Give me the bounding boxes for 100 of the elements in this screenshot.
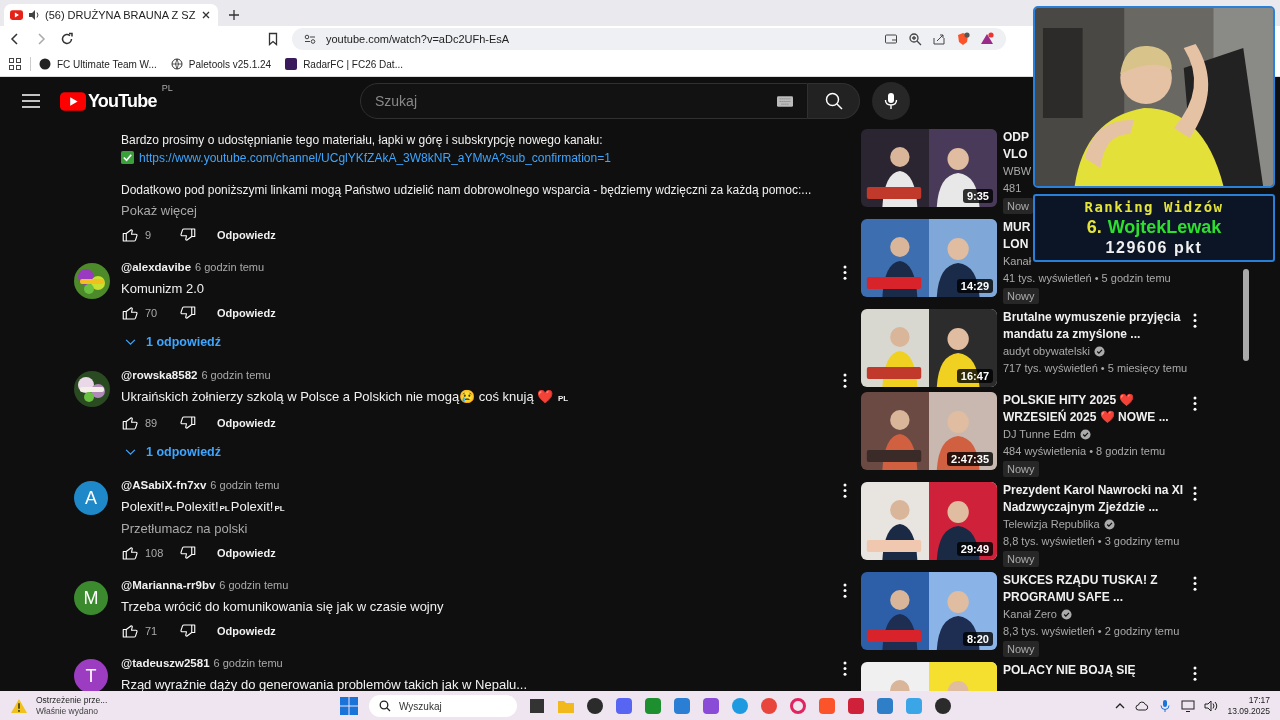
video-title[interactable]: Brutalne wymuszenie przyjęcia bbox=[1003, 309, 1181, 326]
video-title[interactable]: MUR bbox=[1003, 219, 1031, 236]
video-title[interactable]: mandatu za zmyślone ... bbox=[1003, 326, 1141, 343]
comment-time[interactable]: 6 godzin temu bbox=[210, 479, 280, 491]
cast-icon[interactable] bbox=[884, 32, 898, 46]
show-more-link[interactable]: Pokaż więcej bbox=[121, 201, 197, 221]
comment-author[interactable]: @tadeuszw2581 bbox=[121, 657, 210, 669]
plus-icon[interactable] bbox=[228, 9, 241, 21]
video-title[interactable]: VLO bbox=[1003, 146, 1028, 163]
app-icon[interactable] bbox=[586, 697, 604, 715]
more-icon[interactable] bbox=[843, 483, 847, 498]
video-title[interactable]: Prezydent Karol Nawrocki na XI bbox=[1003, 482, 1184, 499]
comment-author[interactable]: @rowska8582 bbox=[121, 369, 198, 381]
channel-name[interactable]: Telewizja Republika bbox=[1003, 516, 1100, 533]
thumbs-down-icon[interactable] bbox=[179, 226, 197, 244]
cloud-icon[interactable] bbox=[1135, 699, 1150, 713]
comment-author[interactable]: @alexdavibe bbox=[121, 261, 192, 273]
more-icon[interactable] bbox=[843, 373, 847, 388]
comment-time[interactable]: 6 godzin temu bbox=[213, 657, 283, 669]
video-title[interactable]: PROGRAMU SAFE ... bbox=[1003, 589, 1123, 606]
comment-author[interactable]: @Marianna-rr9bv bbox=[121, 579, 216, 591]
translate-link[interactable]: Przetłumacz na polski bbox=[121, 519, 248, 539]
zoom-icon[interactable] bbox=[908, 32, 922, 46]
menu-icon[interactable] bbox=[22, 94, 40, 108]
thumbs-up-icon[interactable] bbox=[121, 304, 139, 322]
thumbs-down-icon[interactable] bbox=[179, 414, 197, 432]
more-icon[interactable] bbox=[843, 265, 847, 280]
browser-tab[interactable]: (56) DRUŻYNA BRAUNA Z SZ bbox=[4, 4, 219, 26]
play-icon[interactable] bbox=[60, 91, 86, 111]
thumbs-down-icon[interactable] bbox=[179, 622, 197, 640]
more-icon[interactable] bbox=[843, 583, 847, 598]
search-field[interactable]: Wyszukaj bbox=[369, 695, 517, 717]
lion-shield-icon[interactable] bbox=[956, 32, 970, 46]
share-icon[interactable] bbox=[932, 32, 946, 46]
search-button[interactable] bbox=[808, 83, 860, 119]
alert-subtitle[interactable]: Właśnie wydano bbox=[36, 706, 108, 717]
bookmark[interactable]: Paletools v25.1.24 bbox=[170, 58, 272, 70]
avatar[interactable]: T bbox=[74, 659, 108, 691]
search-field[interactable]: Szukaj bbox=[360, 83, 808, 119]
channel-name[interactable]: WBW bbox=[1003, 163, 1032, 180]
bookmark[interactable]: FC Ultimate Team W... bbox=[39, 58, 157, 70]
thumbs-down-icon[interactable] bbox=[179, 304, 197, 322]
clock-time[interactable]: 17:17 bbox=[1248, 695, 1270, 706]
more-icon[interactable] bbox=[1193, 396, 1197, 411]
voice-search-button[interactable] bbox=[872, 82, 910, 120]
thumbs-up-icon[interactable] bbox=[121, 544, 139, 562]
app-icon[interactable] bbox=[934, 697, 952, 715]
warning-icon[interactable] bbox=[10, 698, 28, 714]
logo-text[interactable]: YouTube bbox=[88, 90, 157, 112]
bookmark[interactable]: RadarFC | FC26 Dat... bbox=[285, 58, 403, 70]
video-title[interactable]: WRZESIEŃ 2025 ❤ NOWE ... bbox=[1003, 409, 1169, 426]
start-button[interactable] bbox=[340, 697, 358, 715]
reload-icon[interactable] bbox=[60, 32, 74, 46]
scrollbar[interactable] bbox=[1243, 269, 1249, 361]
reply-button[interactable]: Odpowiedz bbox=[203, 621, 290, 641]
more-icon[interactable] bbox=[1193, 666, 1197, 681]
video-title[interactable]: SUKCES RZĄDU TUSKA! Z bbox=[1003, 572, 1158, 589]
video-title[interactable]: Nadzwyczajnym Zjeździe ... bbox=[1003, 499, 1159, 516]
apps-grid-icon[interactable] bbox=[8, 57, 22, 71]
app-icon[interactable] bbox=[528, 697, 546, 715]
comment-author[interactable]: @ASabiX-fn7xv bbox=[121, 479, 207, 491]
channel-name[interactable]: DJ Tunne Edm bbox=[1003, 426, 1076, 443]
bookmark-icon[interactable] bbox=[266, 32, 280, 46]
video-title[interactable]: ODP bbox=[1003, 129, 1029, 146]
site-settings-icon[interactable] bbox=[304, 33, 316, 45]
address-bar[interactable]: youtube.com/watch?v=aDc2UFh-EsA bbox=[292, 28, 1006, 50]
more-icon[interactable] bbox=[843, 661, 847, 676]
monitor-icon[interactable] bbox=[1181, 699, 1196, 713]
more-icon[interactable] bbox=[1193, 313, 1197, 328]
replies-button[interactable]: 1 odpowiedź bbox=[121, 437, 221, 467]
channel-name[interactable]: Kanał Zero bbox=[1003, 606, 1057, 623]
speaker-icon[interactable] bbox=[1204, 699, 1219, 713]
reply-button[interactable]: Odpowiedz bbox=[203, 303, 290, 323]
channel-name[interactable]: audyt obywatelski bbox=[1003, 343, 1090, 360]
channel-link[interactable]: https://www.youtube.com/channel/UCglYKfZAkA_3W8kNR_aYMwA?sub_confirmation=1 bbox=[139, 150, 611, 165]
video-title[interactable]: POLACY NIE BOJĄ SIĘ bbox=[1003, 662, 1136, 679]
video-title[interactable]: POLSKIE HITY 2025 ❤ bbox=[1003, 392, 1135, 409]
comment-time[interactable]: 6 godzin temu bbox=[201, 369, 271, 381]
search-icon bbox=[379, 700, 391, 712]
comment-time[interactable]: 6 godzin temu bbox=[195, 261, 265, 273]
more-icon[interactable] bbox=[1193, 576, 1197, 591]
thumbs-up-icon[interactable] bbox=[121, 226, 139, 244]
comment-text: Rząd wyraźnie dąży do generowania problemów takich jak w Nepalu... bbox=[121, 676, 528, 691]
video-title[interactable]: LON bbox=[1003, 236, 1029, 253]
more-icon[interactable] bbox=[1193, 486, 1197, 501]
avatar[interactable]: M bbox=[74, 581, 108, 615]
thumbs-up-icon[interactable] bbox=[121, 414, 139, 432]
channel-name[interactable]: Kanał bbox=[1003, 253, 1032, 270]
reply-button[interactable]: Odpowiedz bbox=[203, 413, 290, 433]
alert-title[interactable]: Ostrzeżenie prze... bbox=[36, 695, 108, 706]
thumbs-up-icon[interactable] bbox=[121, 622, 139, 640]
thumbs-down-icon[interactable] bbox=[179, 544, 197, 562]
clock-date[interactable]: 13.09.2025 bbox=[1227, 706, 1270, 717]
replies-button[interactable]: 1 odpowiedź bbox=[121, 327, 221, 357]
avatar[interactable]: A bbox=[74, 481, 108, 515]
keyboard-icon[interactable] bbox=[777, 95, 793, 107]
reply-button[interactable]: Odpowiedz bbox=[203, 543, 290, 563]
triangle-icon[interactable] bbox=[980, 32, 994, 46]
comment-time[interactable]: 6 godzin temu bbox=[219, 579, 289, 591]
reply-button[interactable]: Odpowiedz bbox=[203, 225, 290, 245]
